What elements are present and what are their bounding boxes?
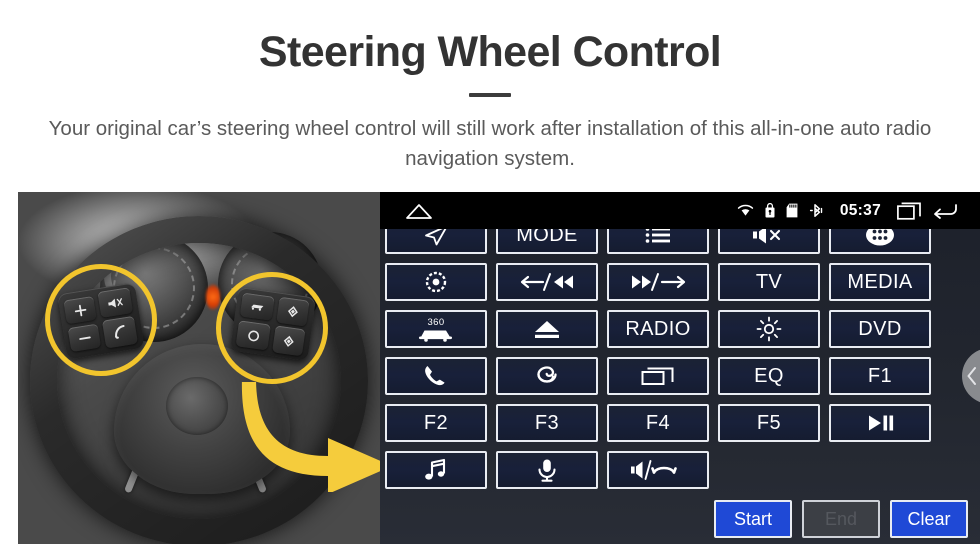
- status-icons-group: 05:37: [737, 202, 980, 220]
- play-pause-icon: [864, 413, 896, 433]
- media-button-label: MEDIA: [847, 271, 913, 293]
- task-button[interactable]: [607, 357, 709, 395]
- f5-button-label: F5: [756, 412, 782, 434]
- home-button[interactable]: [405, 202, 433, 220]
- eq-button[interactable]: EQ: [718, 357, 820, 395]
- camera-360-button[interactable]: 360: [385, 310, 487, 348]
- f2-button[interactable]: F2: [385, 404, 487, 442]
- f3-button-label: F3: [534, 412, 560, 434]
- end-button[interactable]: End: [802, 500, 880, 538]
- swc-button-grid: MODE TV MEDIA 360 RADIO DVD EQ F1 F2 F3 …: [385, 216, 975, 498]
- dvd-button[interactable]: DVD: [829, 310, 931, 348]
- next-track-icon: [628, 272, 688, 292]
- play-pause-button[interactable]: [829, 404, 931, 442]
- music-note-icon: [423, 458, 449, 482]
- back-icon[interactable]: [932, 202, 958, 220]
- power-disc-icon: [424, 270, 448, 294]
- grid-row: F2 F3 F4 F5: [385, 404, 975, 442]
- status-clock: 05:37: [839, 201, 881, 219]
- action-button-bar: Start End Clear: [714, 500, 968, 538]
- power-button[interactable]: [385, 263, 487, 301]
- radio-button[interactable]: RADIO: [607, 310, 709, 348]
- steering-wheel-photo: [18, 192, 380, 544]
- page-title: Steering Wheel Control: [258, 28, 722, 76]
- airbag-emblem: [166, 377, 228, 435]
- left-cluster-highlight-ring: [45, 264, 157, 376]
- start-button-label: Start: [733, 508, 772, 529]
- header: Steering Wheel Control Your original car…: [0, 0, 980, 192]
- end-button-label: End: [824, 508, 858, 529]
- car-360-icon: 360: [415, 315, 457, 343]
- volume-hangup-icon: [630, 459, 686, 481]
- next-button[interactable]: [607, 263, 709, 301]
- phone-button[interactable]: [385, 357, 487, 395]
- eq-button-label: EQ: [754, 365, 784, 387]
- volume-hangup-button[interactable]: [607, 451, 709, 489]
- media-button[interactable]: MEDIA: [829, 263, 931, 301]
- microphone-button[interactable]: [496, 451, 598, 489]
- f1-button-label: F1: [867, 365, 893, 387]
- dvd-button-label: DVD: [858, 318, 902, 340]
- tv-button[interactable]: TV: [718, 263, 820, 301]
- sdcard-icon: [786, 203, 798, 218]
- clear-button[interactable]: Clear: [890, 500, 968, 538]
- home-icon: [406, 203, 432, 219]
- previous-track-icon: [517, 272, 577, 292]
- previous-button[interactable]: [496, 263, 598, 301]
- wifi-icon: [737, 204, 754, 217]
- grid-spacer: [829, 451, 931, 489]
- svg-text:360: 360: [427, 317, 444, 328]
- android-status-bar: 05:37: [380, 192, 980, 229]
- grid-row: TV MEDIA: [385, 263, 975, 301]
- title-divider: [469, 93, 511, 98]
- recents-icon[interactable]: [897, 202, 921, 220]
- phone-icon: [422, 364, 450, 388]
- f4-button-label: F4: [645, 412, 671, 434]
- grid-row: 360 RADIO DVD: [385, 310, 975, 348]
- f3-button[interactable]: F3: [496, 404, 598, 442]
- usb-lock-icon: [765, 203, 775, 218]
- page-subtitle: Your original car’s steering wheel contr…: [48, 117, 932, 170]
- f1-button[interactable]: F1: [829, 357, 931, 395]
- head-unit-screen: 05:37 MODE TV MEDIA 360 RADIO DVD EQ F1 …: [380, 192, 980, 544]
- f4-button[interactable]: F4: [607, 404, 709, 442]
- brightness-icon: [756, 316, 782, 342]
- f2-button-label: F2: [423, 412, 449, 434]
- voice-assist-button[interactable]: [496, 357, 598, 395]
- drawer-chevron-icon: [967, 367, 976, 385]
- clear-button-label: Clear: [907, 508, 951, 529]
- f5-button[interactable]: F5: [718, 404, 820, 442]
- eject-button[interactable]: [496, 310, 598, 348]
- page-root: Steering Wheel Control Your original car…: [0, 0, 980, 544]
- bluetooth-icon: [809, 203, 824, 218]
- grid-spacer: [718, 451, 820, 489]
- tv-button-label: TV: [755, 271, 783, 293]
- recents-window-icon: [641, 365, 675, 387]
- grid-row: [385, 451, 975, 489]
- start-button[interactable]: Start: [714, 500, 792, 538]
- music-button[interactable]: [385, 451, 487, 489]
- microphone-icon: [536, 458, 558, 482]
- right-cluster-highlight-ring: [216, 272, 328, 384]
- brightness-button[interactable]: [718, 310, 820, 348]
- grid-row: EQ F1: [385, 357, 975, 395]
- spiral-icon: [533, 364, 561, 388]
- content-area: 05:37 MODE TV MEDIA 360 RADIO DVD EQ F1 …: [0, 192, 980, 544]
- radio-button-label: RADIO: [625, 318, 691, 340]
- eject-icon: [532, 318, 562, 340]
